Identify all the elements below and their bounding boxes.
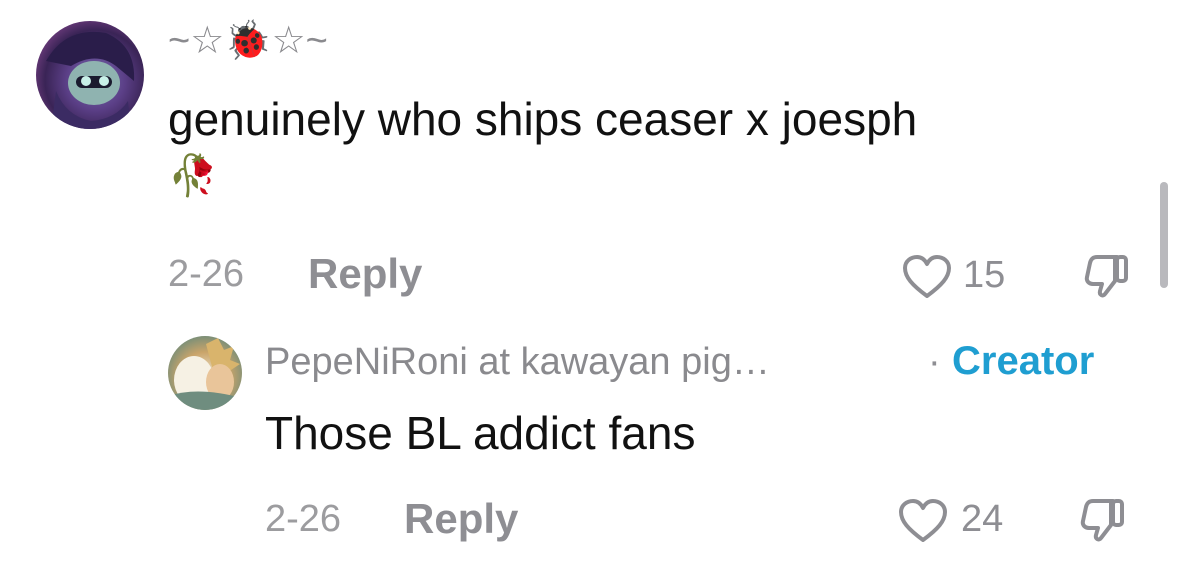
- wilted-rose-emoji: 🥀: [168, 154, 218, 198]
- reply-username[interactable]: PepeNiRoni at kawayan pig…: [265, 341, 770, 384]
- comment-text: genuinely who ships ceaser x joesph: [168, 93, 918, 145]
- scrollbar[interactable]: [1160, 182, 1168, 288]
- reply-date: 2-26: [265, 498, 342, 540]
- avatar[interactable]: [36, 21, 144, 129]
- reply-text: Those BL addict fans: [265, 407, 696, 459]
- dislike-icon[interactable]: [1079, 495, 1127, 543]
- like-count: 24: [961, 498, 1004, 540]
- reply-button[interactable]: Reply: [308, 250, 422, 298]
- comment-username[interactable]: ~☆🐞☆~: [168, 18, 328, 63]
- separator-dot: ·: [928, 341, 941, 383]
- dislike-icon[interactable]: [1083, 251, 1131, 299]
- heart-icon[interactable]: [898, 498, 948, 544]
- creator-badge: Creator: [952, 339, 1095, 383]
- comment-date: 2-26: [168, 253, 245, 295]
- heart-icon[interactable]: [902, 254, 952, 300]
- avatar[interactable]: [168, 336, 242, 410]
- like-count: 15: [963, 254, 1006, 296]
- reply-button[interactable]: Reply: [404, 495, 518, 543]
